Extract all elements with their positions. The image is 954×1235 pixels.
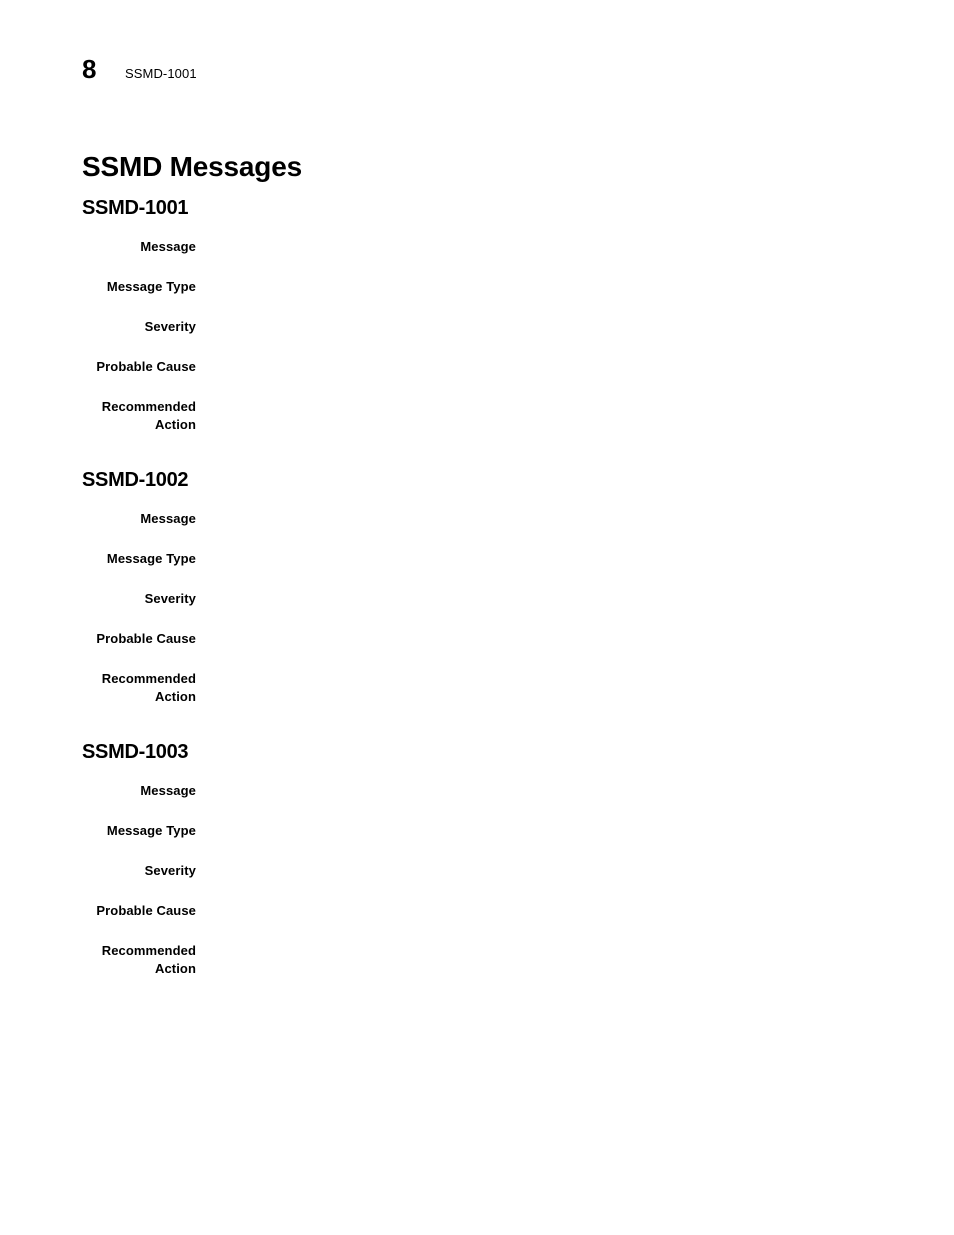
field-label-message: Message	[140, 783, 196, 798]
field-label-probable-cause: Probable Cause	[96, 631, 196, 646]
table-row: Recommended Action	[0, 942, 954, 978]
field-label-severity: Severity	[144, 591, 196, 606]
field-value-message	[196, 782, 954, 822]
field-value-severity	[196, 318, 954, 358]
table-row: Severity	[0, 318, 954, 358]
table-row: Severity	[0, 862, 954, 902]
field-label-recommended-action: Recommended Action	[101, 399, 196, 432]
field-label-message-type: Message Type	[106, 279, 196, 294]
field-value-message-type	[196, 822, 954, 862]
table-row: Message Type	[0, 278, 954, 318]
message-section: SSMD-1001 Message Message Type Severity	[0, 196, 954, 434]
table-row: Probable Cause	[0, 630, 954, 670]
field-label-message: Message	[140, 239, 196, 254]
field-value-severity	[196, 862, 954, 902]
page-title: SSMD Messages	[82, 150, 302, 182]
message-sections: SSMD-1001 Message Message Type Severity	[0, 196, 954, 1012]
table-row: Message	[0, 238, 954, 278]
table-row: Recommended Action	[0, 398, 954, 434]
message-field-table: Message Message Type Severity Probable C…	[0, 782, 954, 978]
running-header-reference: SSMD-1001	[124, 66, 197, 81]
message-section: SSMD-1002 Message Message Type Severity	[0, 468, 954, 706]
field-label-recommended-action: Recommended Action	[101, 943, 196, 976]
field-value-message	[196, 510, 954, 550]
field-value-message-type	[196, 278, 954, 318]
field-label-message: Message	[140, 511, 196, 526]
table-row: Message Type	[0, 822, 954, 862]
document-page: 8 SSMD-1001 SSMD Messages SSMD-1001 Mess…	[0, 0, 954, 1235]
field-value-message-type	[196, 550, 954, 590]
field-label-recommended-action: Recommended Action	[101, 671, 196, 704]
table-row: Probable Cause	[0, 902, 954, 942]
field-label-probable-cause: Probable Cause	[96, 903, 196, 918]
field-value-recommended-action	[196, 398, 954, 434]
field-value-probable-cause	[196, 630, 954, 670]
field-label-severity: Severity	[144, 319, 196, 334]
field-value-probable-cause	[196, 358, 954, 398]
section-heading: SSMD-1001	[82, 197, 189, 219]
field-value-severity	[196, 590, 954, 630]
message-field-table: Message Message Type Severity Probable C…	[0, 510, 954, 706]
running-header: 8 SSMD-1001	[82, 56, 197, 86]
table-row: Severity	[0, 590, 954, 630]
table-row: Message Type	[0, 550, 954, 590]
field-label-message-type: Message Type	[106, 823, 196, 838]
field-label-severity: Severity	[144, 863, 196, 878]
field-value-recommended-action	[196, 670, 954, 706]
section-heading: SSMD-1002	[82, 469, 189, 491]
table-row: Message	[0, 510, 954, 550]
field-value-probable-cause	[196, 902, 954, 942]
table-row: Recommended Action	[0, 670, 954, 706]
section-heading: SSMD-1003	[82, 741, 189, 763]
field-value-recommended-action	[196, 942, 954, 978]
page-number: 8	[82, 54, 96, 84]
message-field-table: Message Message Type Severity Probable C…	[0, 238, 954, 434]
table-row: Probable Cause	[0, 358, 954, 398]
table-row: Message	[0, 782, 954, 822]
field-label-probable-cause: Probable Cause	[96, 359, 196, 374]
message-section: SSMD-1003 Message Message Type Severity	[0, 740, 954, 978]
field-label-message-type: Message Type	[106, 551, 196, 566]
field-value-message	[196, 238, 954, 278]
